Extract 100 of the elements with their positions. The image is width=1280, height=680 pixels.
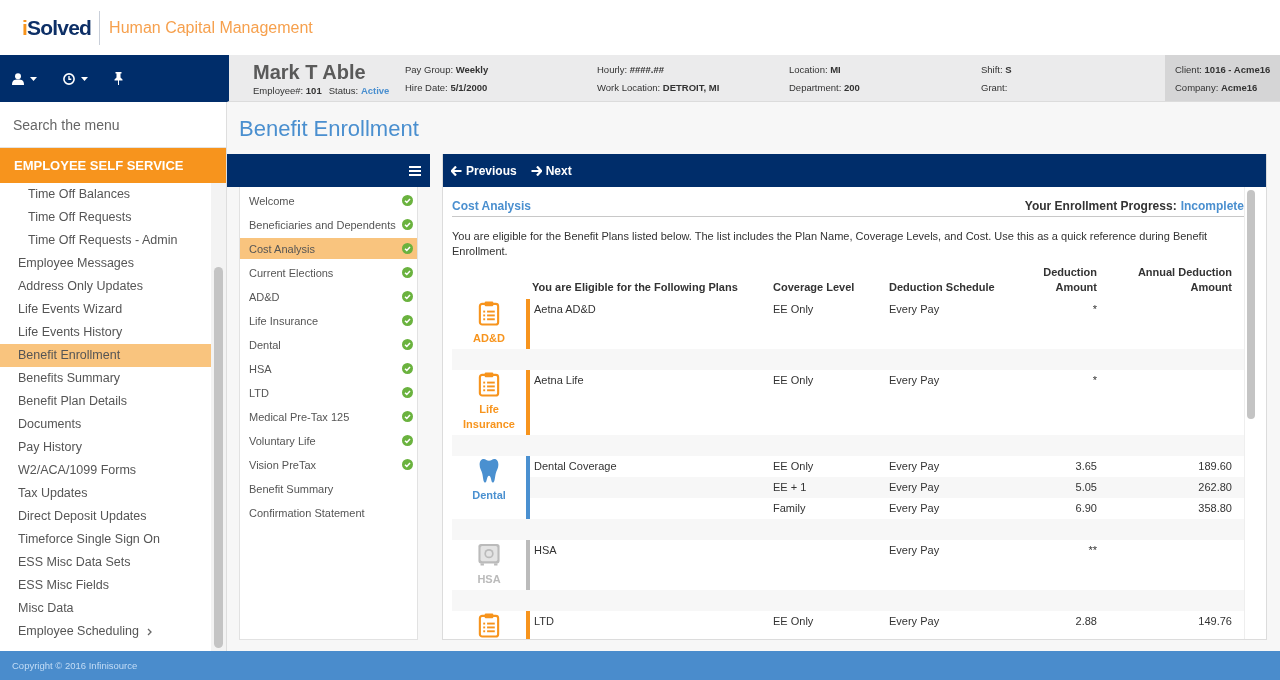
table-cell: 2.88	[1075, 615, 1097, 627]
table-cell: 6.90	[1075, 502, 1097, 514]
next-button[interactable]: Next	[529, 160, 573, 181]
caret-icon	[30, 76, 37, 81]
table-cell: *	[1092, 374, 1097, 386]
pin-icon	[114, 72, 123, 85]
menu-item[interactable]: ESS Misc Data Sets	[0, 551, 211, 574]
clock-icon	[63, 72, 75, 85]
menu-icon	[409, 165, 421, 176]
menu-item[interactable]: Direct Deposit Updates	[0, 505, 211, 528]
info-field: Hire Date: 5/1/2000	[405, 81, 597, 93]
info-field: Hourly: ####.##	[597, 63, 789, 75]
tooth-icon	[478, 458, 500, 483]
table-cell: 358.80	[1198, 502, 1232, 514]
menu-item[interactable]: Benefits Summary	[0, 367, 211, 390]
table-cell: 262.80	[1198, 481, 1232, 493]
table-cell: 3.65	[1075, 460, 1097, 472]
copyright-text: Copyright © 2016 Infinisource	[0, 651, 1280, 680]
scrollbar-thumb[interactable]	[214, 267, 223, 648]
plan-category: HSA	[476, 572, 502, 587]
step-item[interactable]: LTD	[240, 382, 417, 403]
info-field: Grant:	[981, 81, 1164, 93]
column-header: Coverage Level	[773, 281, 855, 293]
step-item[interactable]: Confirmation Statement	[240, 502, 417, 523]
menu-item[interactable]: Employee Scheduling	[0, 620, 211, 643]
step-item[interactable]: Beneficiaries and Dependents	[240, 214, 417, 235]
step-item[interactable]: AD&D	[240, 286, 417, 307]
step-item[interactable]: Benefit Summary	[240, 478, 417, 499]
menu-item[interactable]: Tax Updates	[0, 482, 211, 505]
table-cell: HSA	[534, 544, 557, 556]
table-cell: Every Pay	[889, 544, 940, 556]
menu-item[interactable]: Timeforce Single Sign On	[0, 528, 211, 551]
page-title: Benefit Enrollment	[238, 115, 420, 143]
menu-item[interactable]: Address Only Updates	[0, 275, 211, 298]
menu-item[interactable]: ESS Misc Fields	[0, 574, 211, 597]
menu-item[interactable]: Benefit Plan Details	[0, 390, 211, 413]
arrow-left-icon	[451, 165, 462, 176]
table-cell: EE + 1	[773, 481, 807, 493]
menu-item[interactable]: Pay History	[0, 436, 211, 459]
pin-button[interactable]	[112, 69, 125, 88]
table-cell: Every Pay	[889, 374, 940, 386]
menu-item[interactable]: Time Off Requests	[0, 206, 211, 229]
scrollbar-thumb[interactable]	[1247, 190, 1255, 419]
menu-item[interactable]: Time Off Requests - Admin	[0, 229, 211, 252]
table-cell: 5.05	[1075, 481, 1097, 493]
table-cell: Every Pay	[889, 615, 940, 627]
menu-item[interactable]: Benefit Enrollment	[0, 344, 211, 367]
info-field: Department: 200	[789, 81, 981, 93]
table-cell: 149.76	[1198, 615, 1232, 627]
step-item[interactable]: Life Insurance	[240, 310, 417, 331]
clipboard-icon	[478, 372, 500, 397]
menu-item[interactable]: Misc Data	[0, 597, 211, 620]
plan-category: Dental	[471, 488, 507, 503]
table-cell: EE Only	[773, 460, 814, 472]
table-cell: Every Pay	[889, 303, 940, 315]
info-field: Company: Acme16	[1175, 81, 1280, 93]
table-cell: EE Only	[773, 303, 814, 315]
menu-item[interactable]: Documents	[0, 413, 211, 436]
menu-item[interactable]: Life Events History	[0, 321, 211, 344]
table-cell: 189.60	[1198, 460, 1232, 472]
employee-number: Employee#: 101	[253, 84, 322, 96]
step-item[interactable]: Cost Analysis	[240, 238, 417, 259]
plan-category: Life Insurance	[462, 402, 516, 432]
step-item[interactable]: Medical Pre-Tax 125	[240, 406, 417, 427]
menu-item[interactable]: W2/ACA/1099 Forms	[0, 459, 211, 482]
info-field: Client: 1016 - Acme16	[1175, 63, 1280, 75]
table-cell: Aetna Life	[534, 374, 584, 386]
step-item[interactable]: Vision PreTax	[240, 454, 417, 475]
column-header: Deduction Amount	[1043, 266, 1097, 293]
table-cell: Aetna AD&D	[534, 303, 596, 315]
section-title: Cost Analysis	[452, 199, 531, 213]
table-cell: Dental Coverage	[534, 460, 617, 472]
step-item[interactable]: HSA	[240, 358, 417, 379]
step-item[interactable]: Dental	[240, 334, 417, 355]
menu-item[interactable]: Time Off Balances	[0, 183, 211, 206]
step-item[interactable]: Current Elections	[240, 262, 417, 283]
table-cell: *	[1092, 303, 1097, 315]
product-name: Human Capital Management	[109, 18, 313, 37]
info-field: Pay Group: Weekly	[405, 63, 597, 75]
caret-icon	[81, 76, 88, 81]
previous-button[interactable]: Previous	[450, 160, 518, 181]
user-icon	[12, 72, 24, 85]
progress-status: Incomplete	[1180, 199, 1244, 213]
clipboard-icon	[478, 301, 500, 326]
step-item[interactable]: Welcome	[240, 190, 417, 211]
step-item[interactable]: Voluntary Life	[240, 430, 417, 451]
safe-icon	[478, 542, 500, 567]
column-header: Deduction Schedule	[889, 281, 995, 293]
employee-name: Mark T Able	[253, 60, 367, 83]
menu-item[interactable]: Life Events Wizard	[0, 298, 211, 321]
table-cell: EE Only	[773, 374, 814, 386]
clipboard-icon	[478, 613, 500, 638]
info-field: Shift: S	[981, 63, 1164, 75]
column-header: Annual Deduction Amount	[1137, 266, 1232, 293]
intro-text: You are eligible for the Benefit Plans listed below. The list includes the Plan Name, Coverage Levels, and Cost. Use this as a quick reference during Benefit Enrollment.	[452, 229, 1209, 259]
table-cell: Family	[773, 502, 806, 514]
menu-item[interactable]: Employee Messages	[0, 252, 211, 275]
menu-button[interactable]	[407, 163, 423, 178]
table-cell: LTD	[534, 615, 554, 627]
plan-category: AD&D	[472, 331, 506, 346]
